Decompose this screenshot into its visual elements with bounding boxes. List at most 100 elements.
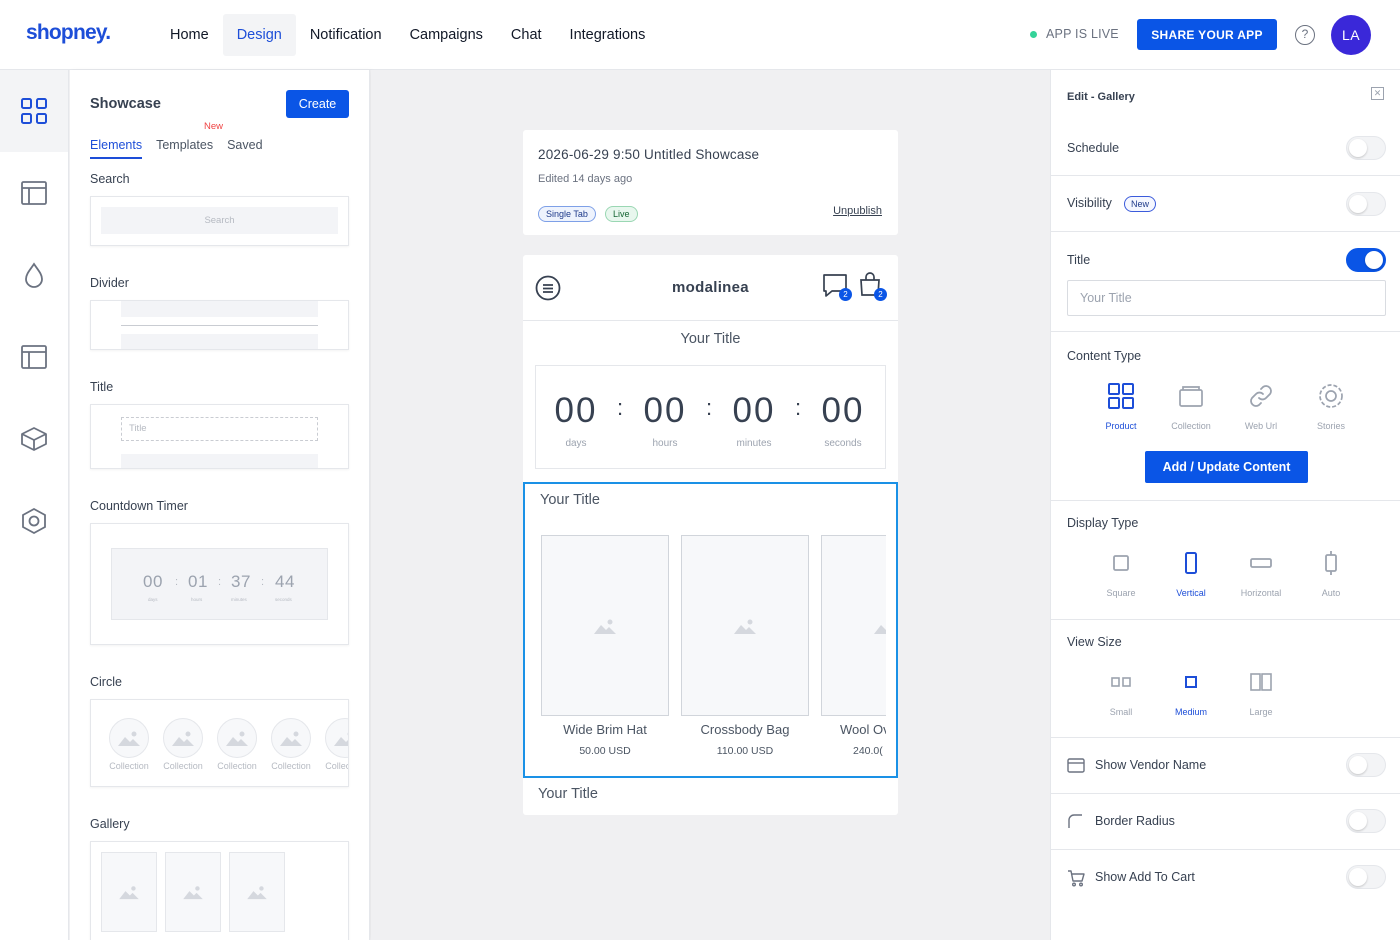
shopney-logo[interactable]: shopney. [26, 21, 111, 45]
title-block[interactable]: Your Title [523, 331, 898, 347]
create-button[interactable]: Create [286, 90, 349, 118]
divider [1051, 619, 1400, 620]
countdown-hours: 00 [643, 391, 687, 430]
vertical-rect-icon [1185, 552, 1197, 574]
toggle-knob [1349, 868, 1367, 886]
view-size-large[interactable]: Large [1226, 666, 1296, 717]
countdown-block[interactable]: 00 : 00 : 00 : 00 days hours minutes sec… [535, 365, 886, 469]
nav-notification[interactable]: Notification [296, 14, 396, 56]
circle-preview-item [217, 718, 257, 758]
image-placeholder-icon [183, 886, 203, 900]
display-type-vertical[interactable]: Vertical [1156, 547, 1226, 598]
title-input[interactable] [1067, 280, 1386, 316]
border-radius-toggle[interactable] [1346, 809, 1386, 833]
divider-element-card[interactable] [90, 300, 349, 350]
countdown-colon: : [617, 395, 624, 420]
title-label: Title [1067, 253, 1091, 267]
bottom-title-block[interactable]: Your Title [538, 786, 598, 802]
rail-theme[interactable] [0, 234, 68, 316]
single-tab-badge: Single Tab [538, 206, 596, 222]
tab-elements[interactable]: Elements [90, 138, 143, 159]
content-type-collection[interactable]: Collection [1156, 380, 1226, 431]
countdown-element-card[interactable]: 00 : 01 : 37 : 44 days hours minutes sec… [90, 523, 349, 645]
layout-icon [21, 181, 47, 205]
content-type-stories[interactable]: Stories [1296, 380, 1366, 431]
nav-integrations[interactable]: Integrations [556, 14, 660, 56]
title-preview: Title [121, 417, 318, 441]
app-live-label: APP IS LIVE [1046, 27, 1119, 41]
divider-preview-line [121, 325, 318, 326]
showcase-elements-panel: Showcase Create New Elements Templates S… [70, 70, 370, 940]
nav-chat[interactable]: Chat [497, 14, 556, 56]
box-icon [21, 427, 47, 451]
showcase-title[interactable]: 2026-06-29 9:50 Untitled Showcase [538, 147, 759, 162]
circle-preview-item [271, 718, 311, 758]
user-avatar[interactable]: LA [1331, 15, 1371, 55]
gallery-element-card[interactable] [90, 841, 349, 940]
view-size-label-small: Small [1109, 707, 1133, 717]
display-type-square[interactable]: Square [1086, 547, 1156, 598]
nav-campaigns[interactable]: Campaigns [396, 14, 497, 56]
show-add-to-cart-toggle[interactable] [1346, 865, 1386, 889]
close-icon[interactable]: ✕ [1371, 87, 1384, 100]
countdown-preview-colon: : [218, 576, 222, 588]
schedule-toggle[interactable] [1346, 136, 1386, 160]
display-type-label-square: Square [1106, 588, 1136, 598]
gallery-track[interactable]: Wide Brim Hat 50.00 USD Crossbody Bag 11… [541, 535, 886, 778]
product-card[interactable]: Crossbody Bag 110.00 USD [681, 535, 809, 757]
grid-icon [1108, 383, 1134, 409]
countdown-section-label: Countdown Timer [90, 499, 188, 513]
rail-settings[interactable] [0, 480, 68, 562]
view-size-medium[interactable]: Medium [1156, 666, 1226, 717]
share-app-button[interactable]: SHARE YOUR APP [1137, 19, 1277, 50]
show-vendor-toggle[interactable] [1346, 753, 1386, 777]
countdown-preview-unit: days [148, 597, 158, 602]
visibility-toggle[interactable] [1346, 192, 1386, 216]
preview-canvas: 2026-06-29 9:50 Untitled Showcase Edited… [371, 70, 1050, 940]
countdown-unit-seconds: seconds [824, 438, 862, 449]
display-type-horizontal[interactable]: Horizontal [1226, 547, 1296, 598]
image-placeholder-icon [874, 624, 886, 634]
title-element-card[interactable]: Title [90, 404, 349, 469]
rail-templates[interactable] [0, 316, 68, 398]
divider [1051, 331, 1400, 332]
display-type-auto[interactable]: Auto [1296, 547, 1366, 598]
image-placeholder-icon [226, 731, 248, 746]
product-card[interactable]: Wide Brim Hat 50.00 USD [541, 535, 669, 757]
countdown-minutes: 00 [732, 391, 776, 430]
nav-design[interactable]: Design [222, 14, 296, 56]
product-image [821, 535, 886, 716]
unpublish-link[interactable]: Unpublish [833, 205, 882, 217]
help-icon[interactable]: ? [1295, 25, 1315, 45]
add-update-content-button[interactable]: Add / Update Content [1145, 451, 1308, 483]
tab-templates[interactable]: Templates [156, 138, 213, 159]
rail-products[interactable] [0, 398, 68, 480]
templates-new-tag: New [204, 121, 224, 132]
phone-preview: modalinea 2 2 Your Title 00 : 00 : 00 : … [523, 255, 898, 815]
divider [1051, 849, 1400, 850]
circle-element-card[interactable]: Collection Collection Collection Collect… [90, 699, 349, 787]
toggle-knob [1349, 812, 1367, 830]
content-type-label-collection: Collection [1171, 421, 1211, 431]
product-price: 240.0( [853, 745, 883, 757]
tab-saved[interactable]: Saved [227, 138, 262, 159]
small-size-icon [1111, 677, 1131, 687]
nav-home[interactable]: Home [156, 14, 223, 56]
visibility-new-badge: New [1124, 196, 1157, 212]
title-toggle[interactable] [1346, 248, 1386, 272]
content-type-product[interactable]: Product [1086, 380, 1156, 431]
content-type-web-url[interactable]: Web Url [1226, 380, 1296, 431]
horizontal-rect-icon [1250, 558, 1272, 568]
countdown-seconds: 00 [821, 391, 865, 430]
search-element-card[interactable]: Search [90, 196, 349, 246]
template-icon [21, 345, 47, 369]
rail-elements[interactable] [0, 70, 68, 152]
product-card[interactable]: Wool Ov 240.0( [821, 535, 886, 757]
display-type-label: Display Type [1067, 516, 1139, 530]
gallery-block-selected[interactable]: Your Title Wide Brim Hat 50.00 USD Cross… [523, 482, 898, 778]
gallery-section-label: Gallery [90, 817, 130, 831]
view-size-small[interactable]: Small [1086, 666, 1156, 717]
countdown-preview-colon: : [261, 576, 265, 588]
image-placeholder-icon [118, 731, 140, 746]
rail-layout[interactable] [0, 152, 68, 234]
